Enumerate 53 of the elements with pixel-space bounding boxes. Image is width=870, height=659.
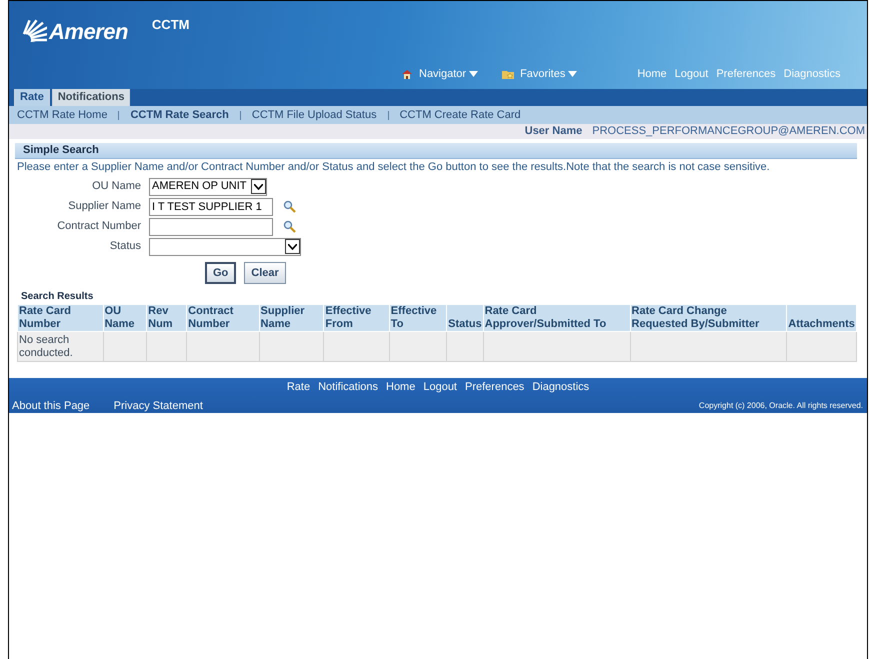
copyright-text: Copyright (c) 2006, Oracle. All rights reserved.: [698, 400, 863, 412]
footer-link[interactable]: Logout: [423, 379, 457, 396]
caret-icon: [254, 184, 263, 190]
folder-star-icon: [502, 68, 514, 80]
column-header: Rate Card Change Requested By/Submitter: [630, 304, 787, 332]
footer-link[interactable]: Privacy Statement: [114, 398, 203, 414]
company-logo: Ameren: [49, 18, 128, 46]
section-header: Simple Search: [15, 143, 857, 159]
column-header: Effective To: [389, 304, 447, 332]
column-header: Rate Card Number: [18, 304, 104, 332]
footer-link[interactable]: Notifications: [318, 379, 378, 396]
column-header: Rate Card Approver/Submitted To: [483, 304, 630, 332]
section-title: Search Results: [20, 290, 94, 304]
menu-link[interactable]: Favorites: [520, 66, 578, 82]
caret-icon: [288, 244, 297, 250]
column-header: Supplier Name: [259, 304, 324, 332]
subtab-link[interactable]: CCTM Rate Search: [130, 106, 229, 124]
input-field[interactable]: I T TEST SUPPLIER 1: [149, 198, 273, 216]
footer-link[interactable]: Rate: [286, 379, 310, 396]
column-header: Status: [446, 304, 484, 332]
app-title: CCTM: [152, 16, 190, 34]
field-label: Supplier Name: [67, 199, 142, 214]
search-icon[interactable]: [283, 200, 296, 213]
subtab-link[interactable]: CCTM File Upload Status: [252, 106, 377, 124]
column-header: OU Name: [103, 304, 147, 332]
field-label: Status: [108, 239, 142, 254]
column-header: Attachments: [786, 304, 856, 332]
footer-link[interactable]: Preferences: [465, 379, 524, 396]
dropdown[interactable]: [149, 238, 301, 256]
table-cell: No search conducted.: [18, 332, 104, 362]
column-header: Contract Number: [186, 304, 260, 332]
footer-link[interactable]: Diagnostics: [532, 379, 590, 396]
input-field[interactable]: [149, 218, 273, 236]
column-header: Effective From: [324, 304, 390, 332]
subtab-link[interactable]: CCTM Rate Home: [17, 106, 108, 124]
column-header: Rev Num: [146, 304, 187, 332]
caret-icon: [469, 71, 478, 78]
form-button[interactable]: Go: [205, 262, 236, 284]
search-icon[interactable]: [283, 220, 296, 233]
user-name-value: PROCESS_PERFORMANCEGROUP@AMEREN.COM: [592, 124, 865, 140]
caret-icon: [568, 71, 578, 78]
footer-link[interactable]: About this Page: [12, 398, 90, 414]
field-label: Contract Number: [56, 219, 142, 234]
footer-link[interactable]: Home: [386, 379, 416, 396]
menu-link[interactable]: Navigator: [419, 66, 478, 82]
dropdown[interactable]: AMEREN OP UNIT: [149, 178, 267, 196]
field-label: OU Name: [91, 179, 142, 194]
user-name-label: User Name: [524, 124, 582, 140]
house-icon: [401, 68, 413, 80]
subtab-link[interactable]: CCTM Create Rate Card: [400, 106, 521, 124]
instruction-text: Please enter a Supplier Name and/or Contract Number and/or Status and select the Go button to see the results.Note that the search is not case sensitive.: [16, 160, 771, 175]
sunburst-logo-icon: [21, 18, 47, 42]
form-button[interactable]: Clear: [244, 262, 286, 284]
